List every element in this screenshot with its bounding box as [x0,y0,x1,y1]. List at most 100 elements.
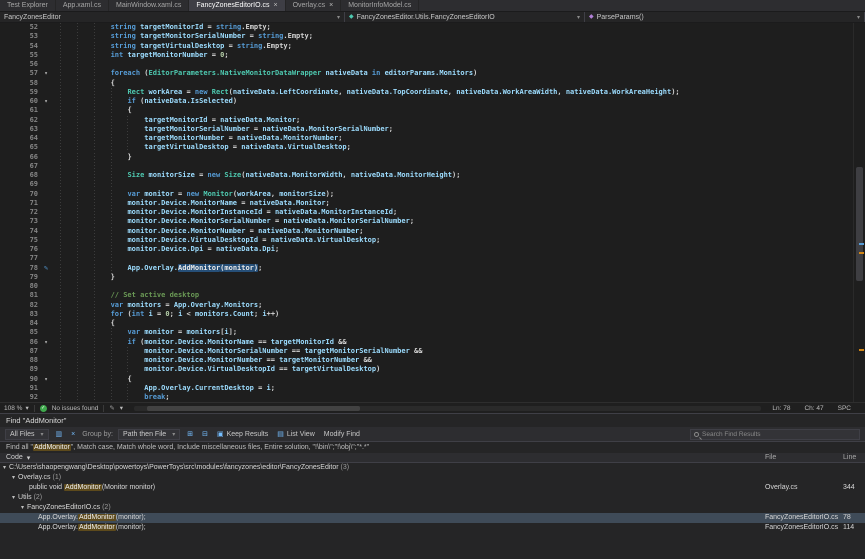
code-line[interactable] [60,282,865,291]
code-line[interactable]: monitor.Device.MonitorSerialNumber == ta… [60,347,865,356]
code-line[interactable]: for (int i = 0; i < monitors.Count; i++) [60,310,865,319]
code-line[interactable]: monitor.Device.VirtualDesktopId == targe… [60,365,865,374]
line-number[interactable]: 85 [0,328,38,337]
code-line[interactable]: var monitor = new Monitor(workArea, moni… [60,190,865,199]
code-line[interactable]: } [60,153,865,162]
gutter-row[interactable]: 62 [0,116,58,125]
line-number[interactable]: 75 [0,236,38,245]
chevron-down-icon[interactable]: ▾ [120,404,123,412]
zoom-control[interactable]: 108 % ▾ [4,404,29,412]
line-number[interactable]: 58 [0,79,38,88]
gutter-row[interactable]: 57▾ [0,69,58,78]
gutter-row[interactable]: 70 [0,190,58,199]
open-results-button[interactable]: ▥ [54,430,65,438]
gutter-row[interactable]: 74 [0,227,58,236]
line-column-header[interactable]: Line [843,454,856,461]
gutter-row[interactable]: 69 [0,180,58,189]
line-number[interactable]: 68 [0,171,38,180]
line-number[interactable]: 72 [0,208,38,217]
group-by-dropdown[interactable]: Path then File ▾ [118,429,180,440]
gutter-row[interactable]: 56 [0,60,58,69]
line-number[interactable]: 64 [0,134,38,143]
tab-close-icon[interactable]: × [329,2,333,9]
search-find-results-box[interactable] [690,429,860,440]
line-number[interactable]: 89 [0,365,38,374]
code-line[interactable]: targetMonitorNumber = nativeData.Monitor… [60,134,865,143]
code-line[interactable]: Rect workArea = new Rect(nativeData.Left… [60,88,865,97]
gutter-row[interactable]: 53 [0,32,58,41]
code-line[interactable]: if (monitor.Device.MonitorName == target… [60,338,865,347]
search-find-results-input[interactable] [702,431,856,438]
code-line[interactable] [60,254,865,263]
code-line[interactable]: // Set active desktop [60,291,865,300]
line-number[interactable]: 61 [0,106,38,115]
line-number[interactable]: 92 [0,393,38,402]
gutter-row[interactable]: 92 [0,393,58,402]
code-line[interactable]: App.Overlay.CurrentDesktop = i; [60,384,865,393]
gutter-row[interactable]: 85 [0,328,58,337]
line-number[interactable]: 71 [0,199,38,208]
line-number[interactable]: 80 [0,282,38,291]
code-line[interactable]: } [60,273,865,282]
tab-test-explorer[interactable]: Test Explorer [0,0,56,11]
find-result-row[interactable]: App.Overlay.AddMonitor(monitor);FancyZon… [0,513,865,523]
code-line[interactable]: if (nativeData.IsSelected) [60,97,865,106]
line-number[interactable]: 77 [0,254,38,263]
code-line[interactable] [60,180,865,189]
expand-icon[interactable]: ▾ [3,465,6,471]
gutter-row[interactable]: 60▾ [0,97,58,106]
scrollbar-thumb[interactable] [856,167,863,281]
gutter-row[interactable]: 88 [0,356,58,365]
gutter-row[interactable]: 55 [0,51,58,60]
code-line[interactable]: targetMonitorId = nativeData.Monitor; [60,116,865,125]
code-line[interactable]: monitor.Device.MonitorInstanceId = nativ… [60,208,865,217]
line-number[interactable]: 55 [0,51,38,60]
code-line[interactable]: var monitors = App.Overlay.Monitors; [60,301,865,310]
code-line[interactable]: monitor.Device.MonitorNumber = nativeDat… [60,227,865,236]
line-number[interactable]: 88 [0,356,38,365]
code-line[interactable]: monitor.Device.MonitorNumber == targetMo… [60,356,865,365]
collapse-all-button[interactable]: ⊟ [200,430,210,438]
tab-mainwindow-xaml-cs[interactable]: MainWindow.xaml.cs [109,0,189,11]
gutter-row[interactable]: 81 [0,291,58,300]
code-line[interactable] [60,162,865,171]
code-line[interactable]: var monitor = monitors[i]; [60,328,865,337]
line-number[interactable]: 86 [0,338,38,347]
member-dropdown[interactable]: ◆ ParseParams() ▾ [585,12,865,22]
find-result-row[interactable]: ▾Utils (2) [0,493,865,503]
gutter-row[interactable]: 72 [0,208,58,217]
line-number[interactable]: 84 [0,319,38,328]
line-number[interactable]: 74 [0,227,38,236]
gutter-row[interactable]: 64 [0,134,58,143]
gutter-row[interactable]: 71 [0,199,58,208]
editor-scrollbar[interactable] [853,23,865,402]
expand-icon[interactable]: ▾ [12,475,15,481]
code-column-header[interactable]: Code ▾ [0,454,36,462]
line-number[interactable]: 63 [0,125,38,134]
code-line[interactable]: targetVirtualDesktop = nativeData.Virtua… [60,143,865,152]
gutter-row[interactable]: 87 [0,347,58,356]
find-result-row[interactable]: public void AddMonitor(Monitor monitor)O… [0,483,865,493]
line-number[interactable]: 67 [0,162,38,171]
code-line[interactable]: { [60,319,865,328]
gutter-row[interactable]: 68 [0,171,58,180]
line-number[interactable]: 70 [0,190,38,199]
code-line[interactable]: int targetMonitorNumber = 0; [60,51,865,60]
space-mode-indicator[interactable]: SPC [838,405,851,412]
line-number[interactable]: 76 [0,245,38,254]
expand-icon[interactable]: ▾ [12,495,15,501]
line-number[interactable]: 52 [0,23,38,32]
gutter-row[interactable]: 91 [0,384,58,393]
tab-overlay-cs[interactable]: Overlay.cs× [286,0,342,11]
expand-icon[interactable]: ▾ [21,505,24,511]
gutter-row[interactable]: 90▾ [0,375,58,384]
project-dropdown[interactable]: FancyZonesEditor ▾ [0,12,345,22]
line-number[interactable]: 81 [0,291,38,300]
issues-status[interactable]: No issues found [52,405,99,412]
gutter-row[interactable]: 79 [0,273,58,282]
line-number[interactable]: 62 [0,116,38,125]
line-number[interactable]: 57 [0,69,38,78]
gutter-row[interactable]: 78✎ [0,264,58,273]
code-line[interactable]: targetMonitorSerialNumber = nativeData.M… [60,125,865,134]
code-line[interactable]: monitor.Device.MonitorName = nativeData.… [60,199,865,208]
